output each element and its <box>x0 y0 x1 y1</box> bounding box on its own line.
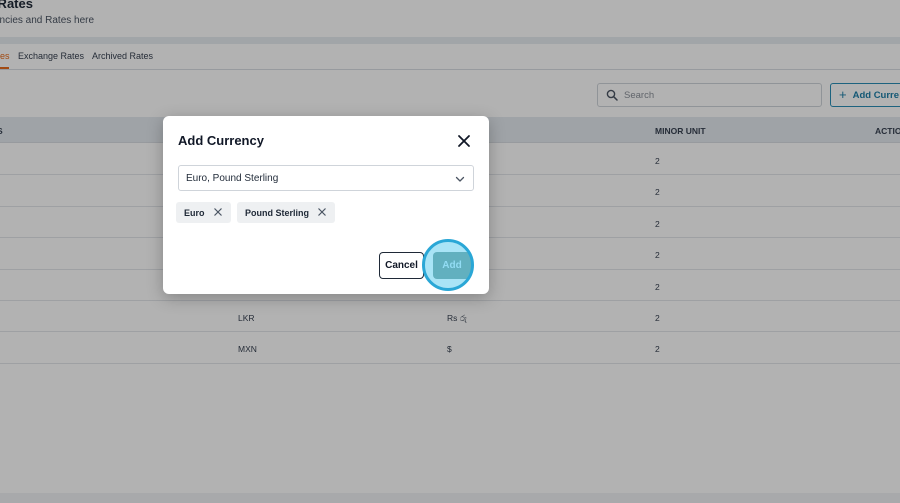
close-icon[interactable] <box>457 134 471 148</box>
chip-label: Pound Sterling <box>245 208 309 218</box>
selected-chip: Pound Sterling <box>237 202 335 223</box>
add-button[interactable]: Add <box>433 252 471 279</box>
x-icon[interactable] <box>317 207 327 217</box>
chip-label: Euro <box>184 208 205 218</box>
currency-select-value: Euro, Pound Sterling <box>186 173 279 184</box>
dialog-title: Add Currency <box>178 133 264 148</box>
selected-chip: Euro <box>176 202 231 223</box>
currency-select[interactable]: Euro, Pound Sterling <box>178 165 474 191</box>
x-icon[interactable] <box>213 207 223 217</box>
cancel-button[interactable]: Cancel <box>379 252 424 279</box>
add-currency-dialog: Add Currency Euro, Pound Sterling Euro P… <box>163 116 489 294</box>
chevron-down-icon <box>455 176 465 182</box>
